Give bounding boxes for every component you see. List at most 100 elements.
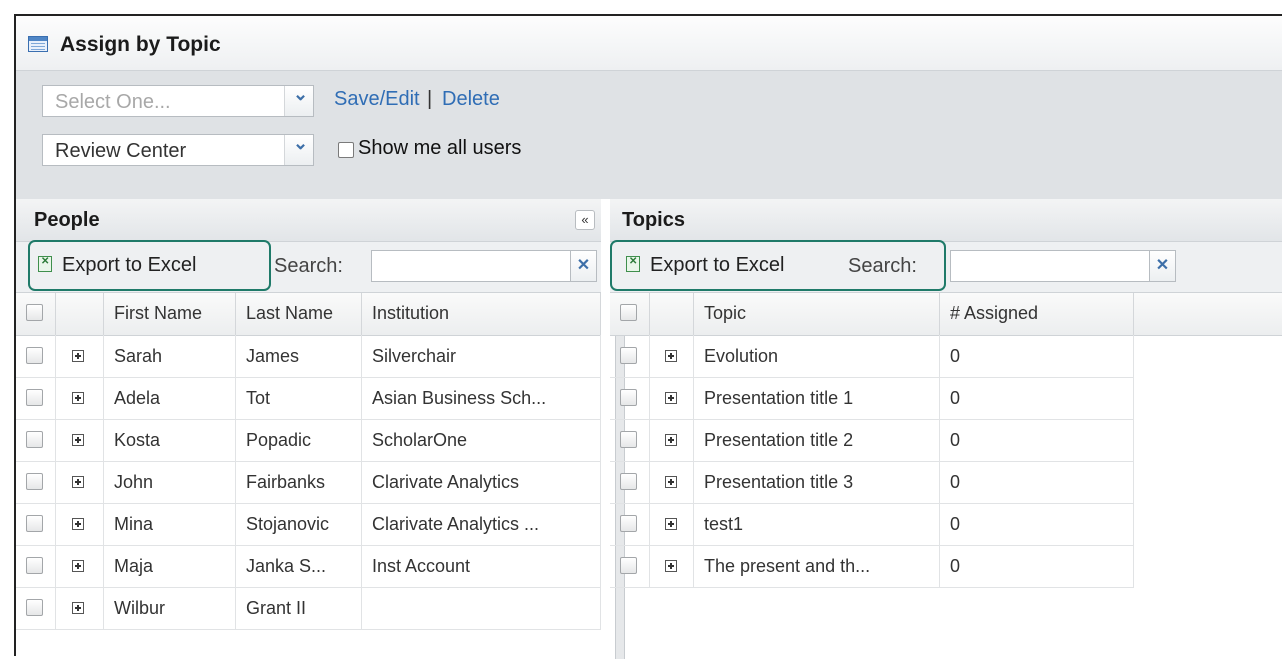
assigned-count-cell: 0 [940,419,1134,461]
row-checkbox[interactable] [26,599,43,616]
last-name-cell: Grant II [236,587,362,629]
expand-plus-icon[interactable] [665,392,677,404]
column-header-institution[interactable]: Institution [362,293,601,335]
row-select-cell [610,377,650,419]
expand-header-cell [650,293,694,335]
save-edit-link[interactable]: Save/Edit [334,88,420,111]
row-checkbox[interactable] [26,473,43,490]
table-row[interactable]: Presentation title 10 [610,377,1134,420]
row-expand-cell [56,377,104,419]
assigned-count-cell: 0 [940,545,1134,587]
row-expand-cell [650,419,694,461]
expand-plus-icon[interactable] [72,434,84,446]
row-expand-cell [650,461,694,503]
expand-header-cell [56,293,104,335]
expand-plus-icon[interactable] [72,392,84,404]
assign-by-topic-window: Assign by Topic Select One... Save/Edit … [14,14,1282,659]
last-name-cell: Janka S... [236,545,362,587]
expand-plus-icon[interactable] [72,476,84,488]
row-checkbox[interactable] [620,431,637,448]
row-checkbox[interactable] [26,515,43,532]
row-expand-cell [56,503,104,545]
table-row[interactable]: Wilbur Grant II [16,587,601,630]
table-row[interactable]: test1 0 [610,503,1134,546]
role-select[interactable]: Review Center [42,133,314,166]
clear-search-icon[interactable]: ✕ [571,250,597,282]
table-row[interactable]: Kosta Popadic ScholarOne [16,419,601,462]
expand-plus-icon[interactable] [72,602,84,614]
expand-plus-icon[interactable] [665,350,677,362]
table-row[interactable]: Evolution 0 [610,335,1134,378]
expand-plus-icon[interactable] [665,560,677,572]
table-row[interactable]: The present and th... 0 [610,545,1134,588]
table-row[interactable]: Presentation title 20 [610,419,1134,462]
row-checkbox[interactable] [620,347,637,364]
row-select-cell [16,377,56,419]
row-checkbox[interactable] [26,431,43,448]
expand-plus-icon[interactable] [72,560,84,572]
people-search-input[interactable] [371,250,571,282]
row-expand-cell [650,545,694,587]
topics-grid-header: Topic # Assigned [610,293,1282,336]
expand-plus-icon[interactable] [665,518,677,530]
show-all-users-label: Show me all users [358,137,522,159]
chevron-down-icon[interactable] [284,84,313,116]
row-checkbox[interactable] [620,515,637,532]
saved-selection-select[interactable]: Select One... [42,84,314,117]
table-row[interactable]: Mina Stojanovic Clarivate Analytics ... [16,503,601,546]
topics-search-input[interactable] [950,250,1150,282]
expand-plus-icon[interactable] [665,476,677,488]
collapse-icon[interactable]: « [575,210,595,230]
first-name-cell: Mina [104,503,236,545]
topic-cell: test1 [694,503,940,545]
table-row[interactable]: Adela Tot Asian Business Sch... [16,377,601,420]
expand-plus-icon[interactable] [72,518,84,530]
people-export-highlight [28,240,271,291]
last-name-cell: James [236,335,362,377]
table-row[interactable]: Maja Janka S... Inst Account [16,545,601,588]
table-row[interactable]: Presentation title 30 [610,461,1134,504]
column-header-assigned[interactable]: # Assigned [940,293,1134,335]
row-select-cell [610,545,650,587]
row-expand-cell [56,419,104,461]
first-name-cell: Adela [104,377,236,419]
show-all-users-checkbox[interactable] [338,142,354,158]
people-search-label: Search: [274,255,343,277]
topic-cell: Evolution [694,335,940,377]
saved-selection-placeholder: Select One... [55,91,171,113]
delete-link[interactable]: Delete [442,88,500,111]
row-checkbox[interactable] [26,347,43,364]
first-name-cell: John [104,461,236,503]
institution-cell: Clarivate Analytics [362,461,601,503]
chevron-down-icon[interactable] [284,133,313,165]
expand-plus-icon[interactable] [72,350,84,362]
toolbar: Select One... Save/Edit | Delete Review … [16,71,1282,199]
clear-search-icon[interactable]: ✕ [1150,250,1176,282]
expand-plus-icon[interactable] [665,434,677,446]
row-checkbox[interactable] [26,389,43,406]
people-panel-title: People [34,209,100,231]
row-expand-cell [56,335,104,377]
select-all-checkbox[interactable] [26,304,43,321]
row-select-cell [16,461,56,503]
assigned-count-cell: 0 [940,503,1134,545]
column-header-first-name[interactable]: First Name [104,293,236,335]
institution-cell [362,587,601,629]
row-checkbox[interactable] [620,557,637,574]
row-select-cell [16,503,56,545]
select-all-checkbox[interactable] [620,304,637,321]
assigned-count-cell: 0 [940,461,1134,503]
row-checkbox[interactable] [26,557,43,574]
people-panel-header: People « [16,199,601,242]
role-select-value: Review Center [55,140,187,162]
row-checkbox[interactable] [620,473,637,490]
table-row[interactable]: Sarah James Silverchair [16,335,601,378]
column-header-last-name[interactable]: Last Name [236,293,362,335]
column-header-topic[interactable]: Topic [694,293,940,335]
table-row[interactable]: John Fairbanks Clarivate Analytics [16,461,601,504]
last-name-cell: Tot [236,377,362,419]
row-checkbox[interactable] [620,389,637,406]
row-expand-cell [56,461,104,503]
institution-cell: Inst Account [362,545,601,587]
grid-window-icon [28,36,48,52]
